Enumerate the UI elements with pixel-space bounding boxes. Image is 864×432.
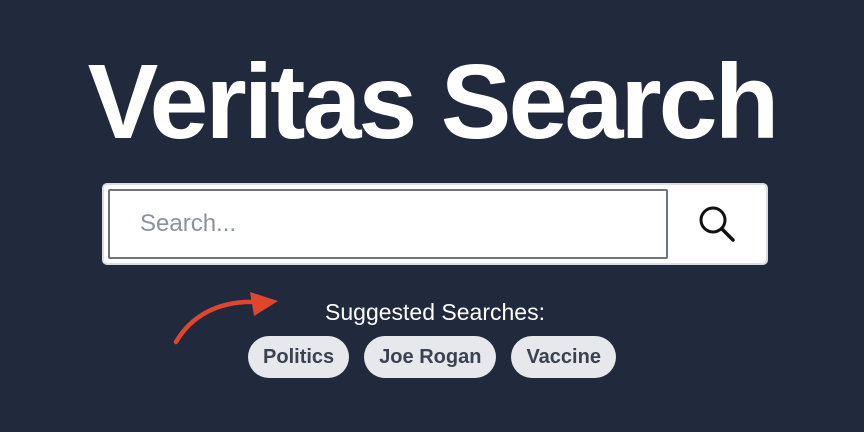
search-input[interactable] bbox=[108, 189, 668, 259]
search-icon bbox=[699, 206, 735, 242]
search-button[interactable] bbox=[670, 189, 764, 259]
suggested-searches-label: Suggested Searches: bbox=[325, 299, 545, 325]
suggestion-chip-vaccine[interactable]: Vaccine bbox=[511, 336, 616, 378]
suggestion-chips: Politics Joe Rogan Vaccine bbox=[0, 336, 864, 378]
search-bar bbox=[102, 183, 768, 265]
suggestion-chip-politics[interactable]: Politics bbox=[248, 336, 350, 378]
page-title: Veritas Search bbox=[87, 43, 780, 161]
suggestion-chip-joe-rogan[interactable]: Joe Rogan bbox=[364, 336, 497, 378]
